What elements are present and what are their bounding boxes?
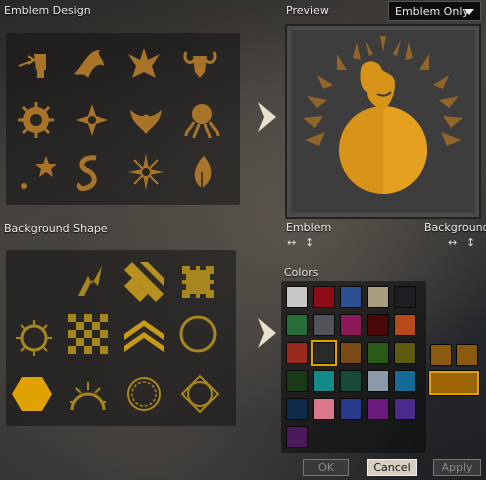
preview-mode-dropdown[interactable]: Emblem Only bbox=[388, 1, 481, 21]
color-swatch[interactable] bbox=[313, 286, 335, 308]
emblem-sun-gear-icon[interactable] bbox=[16, 100, 56, 140]
color-swatch[interactable] bbox=[394, 342, 416, 364]
color-swatch[interactable] bbox=[394, 314, 416, 336]
emblem-cross-icon[interactable] bbox=[72, 100, 112, 140]
color-swatch[interactable] bbox=[286, 314, 308, 336]
color-swatch[interactable] bbox=[340, 370, 362, 392]
background-label: Background bbox=[424, 221, 486, 234]
color-swatch[interactable] bbox=[286, 342, 308, 364]
bg-shape-lightning-icon[interactable] bbox=[70, 262, 110, 302]
color-swatch[interactable] bbox=[340, 342, 362, 364]
color-swatch[interactable] bbox=[394, 370, 416, 392]
apply-button[interactable]: Apply bbox=[433, 459, 481, 476]
color-swatch[interactable] bbox=[313, 370, 335, 392]
colors-title: Colors bbox=[284, 266, 319, 279]
color-swatch[interactable] bbox=[311, 340, 337, 366]
color-swatch[interactable] bbox=[367, 398, 389, 420]
background-flip-vertical-icon[interactable]: ↕ bbox=[466, 236, 475, 249]
preview-mode-value: Emblem Only bbox=[395, 5, 469, 18]
selected-color-large-swatch bbox=[428, 370, 480, 396]
background-flip-horizontal-icon[interactable]: ↔ bbox=[448, 236, 457, 249]
background-shape-title: Background Shape bbox=[4, 222, 108, 235]
color-swatch[interactable] bbox=[313, 398, 335, 420]
bg-shape-castle-square-icon[interactable] bbox=[178, 262, 218, 302]
emblem-leaf-icon[interactable] bbox=[182, 152, 222, 192]
emblem-dragon-icon[interactable] bbox=[70, 44, 110, 84]
emblem-design-title: Emblem Design bbox=[4, 4, 91, 17]
color-swatch[interactable] bbox=[340, 286, 362, 308]
background-color-swatch[interactable] bbox=[456, 344, 478, 366]
preview-canvas bbox=[285, 24, 481, 219]
emblem-flip-horizontal-icon[interactable]: ↔ bbox=[287, 236, 296, 249]
emblem-octopus-icon[interactable] bbox=[182, 100, 222, 140]
bg-shape-diamond-ring-icon[interactable] bbox=[180, 374, 220, 414]
emblem-phoenix-icon[interactable] bbox=[126, 100, 166, 140]
bg-shape-half-sunburst-icon[interactable] bbox=[68, 374, 108, 414]
preview-title: Preview bbox=[286, 4, 329, 17]
emblem-flip-vertical-icon[interactable]: ↕ bbox=[305, 236, 314, 249]
cancel-button[interactable]: Cancel bbox=[367, 459, 417, 476]
arrow-right-icon bbox=[258, 318, 276, 348]
color-swatch[interactable] bbox=[367, 314, 389, 336]
color-swatch[interactable] bbox=[286, 398, 308, 420]
color-swatch[interactable] bbox=[286, 370, 308, 392]
bg-shape-sunburst-icon[interactable] bbox=[14, 318, 54, 358]
color-swatch[interactable] bbox=[367, 286, 389, 308]
emblem-star-dot-icon[interactable] bbox=[16, 152, 57, 192]
color-swatch[interactable] bbox=[286, 286, 308, 308]
chevron-down-icon bbox=[464, 9, 474, 15]
guild-emblem-preview bbox=[303, 36, 463, 194]
color-swatch[interactable] bbox=[340, 398, 362, 420]
color-swatch[interactable] bbox=[394, 398, 416, 420]
bg-shape-diagonal-stripes-icon[interactable] bbox=[124, 262, 164, 302]
emblem-compass-star-icon[interactable] bbox=[126, 152, 166, 192]
arrow-right-icon bbox=[258, 102, 276, 132]
bg-shape-ring-icon[interactable] bbox=[178, 314, 218, 354]
emblem-serpent-icon[interactable] bbox=[70, 152, 110, 192]
color-swatch[interactable] bbox=[394, 286, 416, 308]
emblem-color-swatch[interactable] bbox=[430, 344, 452, 366]
color-swatch[interactable] bbox=[340, 314, 362, 336]
bg-shape-chevrons-icon[interactable] bbox=[124, 314, 164, 354]
emblem-tribal-icon[interactable] bbox=[124, 44, 164, 84]
color-swatch[interactable] bbox=[286, 426, 308, 448]
emblem-fist-arrow-icon[interactable] bbox=[16, 44, 56, 84]
color-swatch[interactable] bbox=[367, 342, 389, 364]
color-swatch[interactable] bbox=[313, 314, 335, 336]
bg-shape-checkerboard-icon[interactable] bbox=[68, 314, 108, 354]
ok-button[interactable]: OK bbox=[303, 459, 349, 476]
bg-shape-hexagon-icon[interactable] bbox=[12, 374, 52, 414]
emblem-label: Emblem bbox=[286, 221, 332, 234]
color-swatch[interactable] bbox=[367, 370, 389, 392]
emblem-ram-skull-icon[interactable] bbox=[180, 44, 220, 84]
bg-shape-ornate-ring-icon[interactable] bbox=[124, 374, 164, 414]
